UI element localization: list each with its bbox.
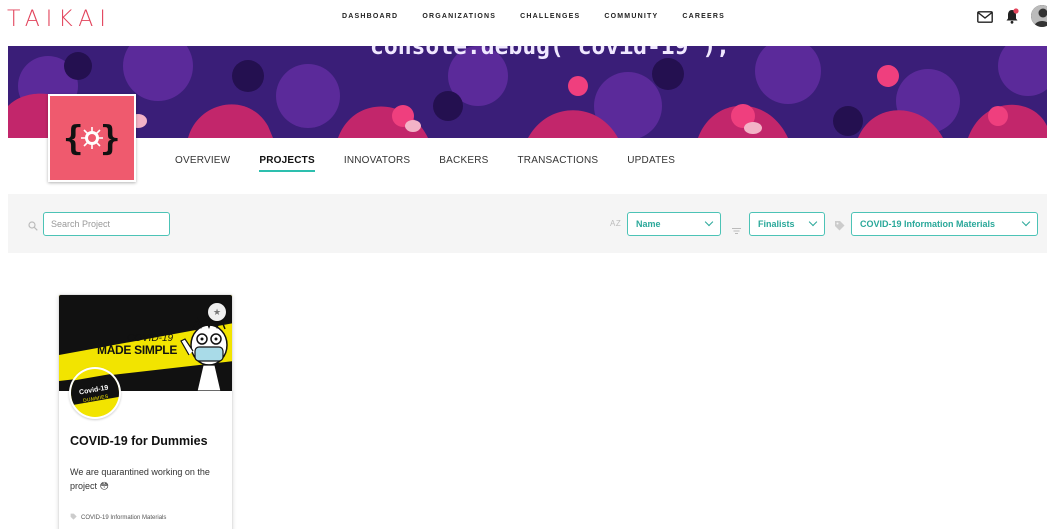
project-avatar: Covid-19 DUMMIES (69, 367, 121, 419)
banner-code-text: console.debug(`covid-19`); (370, 46, 731, 60)
tab-overview[interactable]: OVERVIEW (175, 155, 230, 172)
chevron-down-icon (704, 217, 714, 227)
nav-dashboard[interactable]: DASHBOARD (342, 13, 398, 20)
chevron-down-icon (1021, 217, 1031, 227)
svg-text:}: } (100, 119, 120, 159)
cover-line-2: MADE SIMPLE (97, 343, 178, 357)
project-description: We are quarantined working on the projec… (70, 467, 210, 491)
nav-organizations[interactable]: ORGANIZATIONS (422, 13, 496, 20)
tag-select[interactable]: COVID-19 Information Materials (851, 212, 1038, 236)
project-tag: COVID-19 Information Materials (70, 513, 166, 522)
filter-bar: AZ Name Finalists COVID-19 Information M… (8, 194, 1047, 253)
covid-braces-icon: { } (63, 119, 120, 159)
nav-community[interactable]: COMMUNITY (604, 13, 658, 20)
mail-icon[interactable] (977, 10, 993, 23)
nav-icons (977, 5, 1047, 27)
project-tag-label: COVID-19 Information Materials (81, 514, 167, 521)
nav-challenges[interactable]: CHALLENGES (520, 13, 580, 20)
sort-select-value: Name (636, 219, 661, 229)
svg-text:{: { (63, 119, 83, 159)
filter-icon (732, 221, 741, 234)
tag-icon (70, 513, 77, 522)
nav-careers[interactable]: CAREERS (682, 13, 725, 20)
tab-transactions[interactable]: TRANSACTIONS (518, 155, 599, 172)
status-select-value: Finalists (758, 219, 795, 229)
notification-bell-icon[interactable] (1005, 8, 1019, 24)
search-project-input[interactable] (43, 212, 170, 236)
chevron-down-icon (808, 217, 818, 227)
sort-az-icon: AZ (610, 219, 622, 228)
tab-backers[interactable]: BACKERS (439, 155, 488, 172)
favorite-star-button[interactable]: ★ (208, 303, 226, 321)
main-nav: DASHBOARD ORGANIZATIONS CHALLENGES COMMU… (342, 13, 749, 20)
tab-projects[interactable]: PROJECTS (259, 155, 315, 172)
challenge-logo: { } (48, 94, 136, 182)
search-icon (28, 218, 38, 231)
tag-icon (834, 218, 845, 231)
tab-innovators[interactable]: INNOVATORS (344, 155, 410, 172)
tag-select-value: COVID-19 Information Materials (860, 219, 996, 229)
star-icon: ★ (212, 306, 222, 317)
challenge-tabs: OVERVIEW PROJECTS INNOVATORS BACKERS TRA… (175, 155, 704, 172)
top-navbar: TAIKAI DASHBOARD ORGANIZATIONS CHALLENGE… (0, 0, 1047, 46)
challenge-banner: console.debug(`covid-19`); (8, 46, 1047, 138)
status-select[interactable]: Finalists (749, 212, 825, 236)
project-card[interactable]: COVID-19 MADE SIMPLE ★ Covid-19 DUMMIES … (58, 294, 233, 529)
user-avatar[interactable] (1031, 5, 1047, 27)
sort-select[interactable]: Name (627, 212, 721, 236)
taikai-logo[interactable]: TAIKAI (7, 7, 112, 32)
tab-updates[interactable]: UPDATES (627, 155, 675, 172)
project-title[interactable]: COVID-19 for Dummies (70, 434, 208, 448)
